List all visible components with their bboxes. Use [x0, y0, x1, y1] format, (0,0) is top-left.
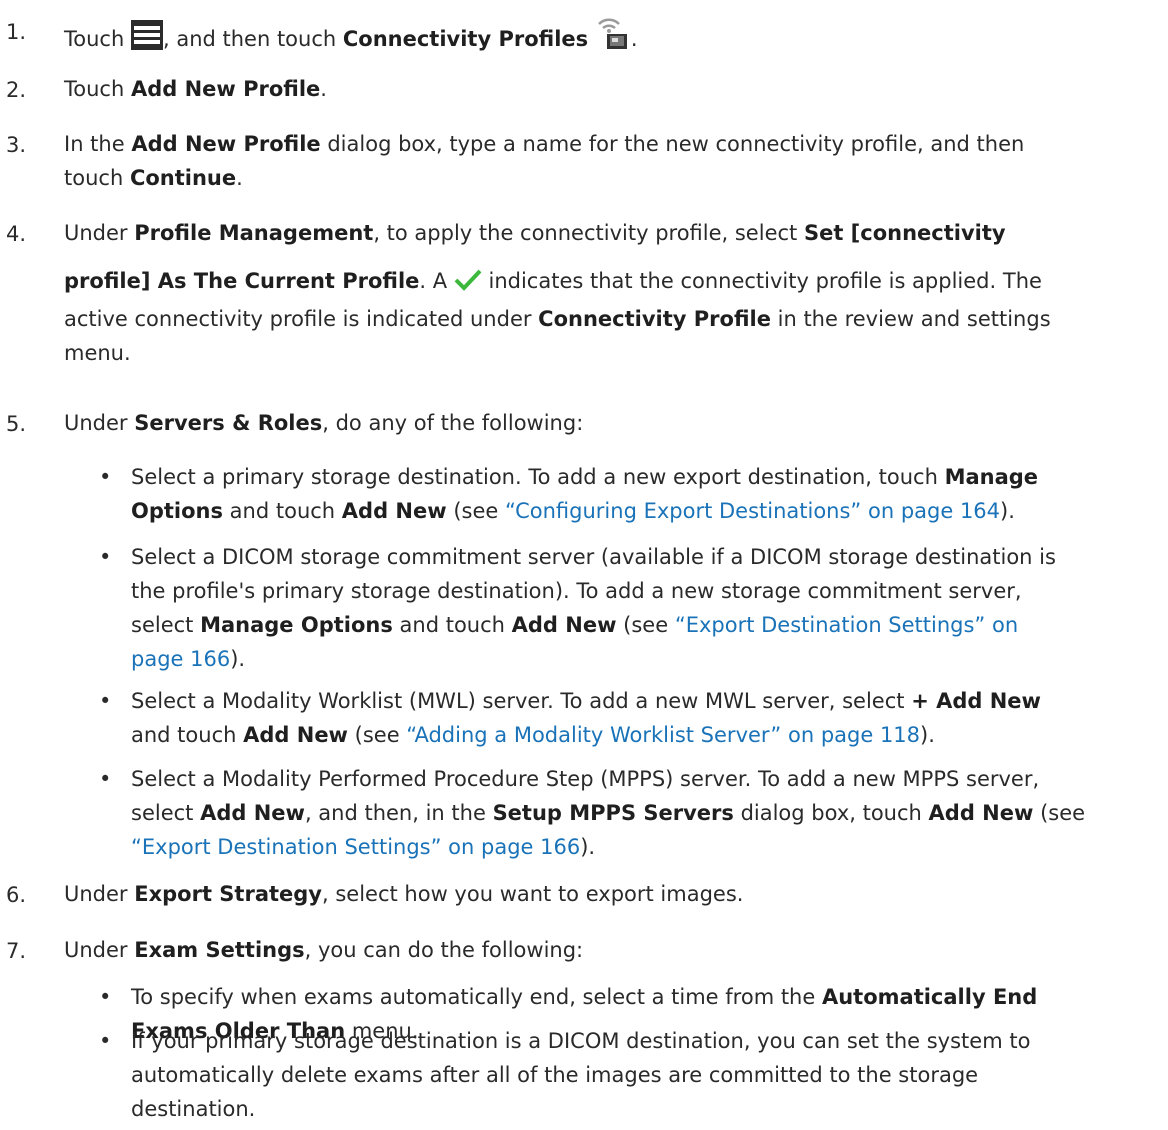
ui-term: Set [connectivity	[803, 221, 1006, 245]
bullet-marker: •	[99, 689, 112, 713]
bullet-marker: •	[99, 465, 112, 489]
connectivity-profile-icon	[595, 14, 631, 60]
text-run: , do any of the following:	[322, 411, 584, 435]
ui-term: + Add New	[911, 689, 1041, 713]
document-page: 1. Touch , and then touch Connectivity P…	[0, 0, 1168, 1130]
text-run: If your primary storage destination is a…	[131, 1029, 1031, 1053]
bullet-marker: •	[99, 985, 112, 1009]
text-run: Under	[64, 882, 135, 906]
text-run: (see	[1033, 801, 1086, 825]
text-run: menu.	[64, 341, 131, 365]
ui-term: Options	[131, 499, 223, 523]
text-run: in the review and settings	[770, 307, 1051, 331]
step-text: Under Exam Settings, you can do the foll…	[64, 933, 1154, 967]
text-run: ).	[1000, 499, 1015, 523]
text-run: Select a primary storage destination. To…	[131, 465, 945, 489]
ui-term: Manage	[944, 465, 1039, 489]
text-run: and touch	[392, 613, 512, 637]
ui-term: Add New	[928, 801, 1034, 825]
step-text: Touch , and then touch Connectivity Prof…	[64, 14, 1154, 60]
text-run: select	[131, 613, 201, 637]
text-run: dialog box, type a name for the new conn…	[320, 132, 1025, 156]
ui-term: Servers & Roles	[134, 411, 323, 435]
text-run: (see	[347, 723, 407, 747]
ui-term: Add New	[200, 801, 305, 825]
text-run: , to apply the connectivity profile, sel…	[373, 221, 804, 245]
text-run: Touch	[64, 77, 131, 101]
text-run: Touch	[64, 27, 125, 51]
text-run: ).	[230, 647, 246, 671]
text-run: and touch	[223, 499, 342, 523]
text-run: .	[630, 27, 638, 51]
text-run: (see	[616, 613, 675, 637]
text-run: and touch	[131, 723, 244, 747]
ui-term: Add New	[341, 499, 447, 523]
step-number: 4.	[6, 222, 27, 246]
text-run: touch	[64, 166, 130, 190]
text-run: select	[131, 801, 201, 825]
step-text: In the Add New Profile dialog box, type …	[64, 127, 1154, 195]
step-text: Under Servers & Roles, do any of the fol…	[64, 406, 1154, 440]
text-run: indicates that the connectivity profile …	[481, 269, 1042, 293]
cross-reference-link[interactable]: “Adding a Modality Worklist Server” on p…	[406, 723, 920, 747]
bullet-marker: •	[99, 545, 112, 569]
text-run: , select how you want to export images.	[322, 882, 744, 906]
ui-term: Setup MPPS Servers	[492, 801, 734, 825]
text-run: . A	[419, 269, 454, 293]
step-text: Touch Add New Profile.	[64, 72, 1154, 106]
text-run: ).	[580, 835, 596, 859]
ui-term: Add New Profile	[131, 132, 321, 156]
ui-term: Add New Profile	[130, 77, 321, 101]
text-run: .	[320, 77, 327, 101]
ui-term: Export Strategy	[134, 882, 322, 906]
ui-term: Add New	[243, 723, 348, 747]
text-run: ).	[920, 723, 935, 747]
text-run: .	[236, 166, 243, 190]
text-run: automatically delete exams after all of …	[131, 1063, 979, 1087]
text-run: Under	[64, 938, 135, 962]
text-run: To specify when exams automatically end,…	[131, 985, 822, 1009]
text-run: Select a Modality Worklist (MWL) server.…	[131, 689, 912, 713]
text-run: dialog box, touch	[733, 801, 929, 825]
text-run: , and then, in the	[304, 801, 493, 825]
text-run: Select a DICOM storage commitment server…	[131, 545, 1056, 569]
text-run: , and then touch	[162, 27, 343, 51]
step-number: 3.	[6, 133, 27, 157]
step-text: Under Export Strategy, select how you wa…	[64, 877, 1154, 911]
step-number: 5.	[6, 412, 27, 436]
ui-term: Profile Management	[134, 221, 374, 245]
text-run: the profile's primary storage destinatio…	[131, 579, 1022, 603]
ui-term: Automatically End	[821, 985, 1038, 1009]
cross-reference-link[interactable]: “Export Destination Settings” on page 16…	[131, 835, 580, 859]
text-run: active connectivity profile is indicated…	[64, 307, 539, 331]
ui-term: Add New	[511, 613, 617, 637]
text-run: Under	[64, 411, 135, 435]
text-run: Select a Modality Performed Procedure St…	[131, 767, 1040, 791]
checkmark-icon	[454, 268, 482, 302]
step-text: Under Profile Management, to apply the c…	[64, 216, 1154, 370]
ui-term: Connectivity Profile	[538, 307, 771, 331]
cross-reference-link[interactable]: “Export Destination Settings” on	[675, 613, 1018, 637]
text-run: Under	[64, 221, 135, 245]
ui-term: Manage Options	[200, 613, 393, 637]
text-run: , you can do the following:	[304, 938, 584, 962]
bullet-marker: •	[99, 1029, 112, 1053]
text-run: In the	[64, 132, 132, 156]
menu-icon	[130, 20, 163, 60]
ui-term: Connectivity Profiles	[342, 27, 589, 51]
bullet-marker: •	[99, 767, 112, 791]
ui-term: Continue	[129, 166, 237, 190]
cross-reference-link[interactable]: “Configuring Export Destinations” on pag…	[505, 499, 1000, 523]
step-number: 6.	[6, 883, 27, 907]
text-run: destination.	[131, 1097, 256, 1121]
text-run: (see	[446, 499, 505, 523]
step-number: 2.	[6, 78, 27, 102]
ui-term: Exam Settings	[134, 938, 305, 962]
cross-reference-link[interactable]: page 166	[131, 647, 230, 671]
step-number: 1.	[6, 20, 27, 44]
ui-term: profile] As The Current Profile	[64, 269, 420, 293]
step-number: 7.	[6, 939, 27, 963]
